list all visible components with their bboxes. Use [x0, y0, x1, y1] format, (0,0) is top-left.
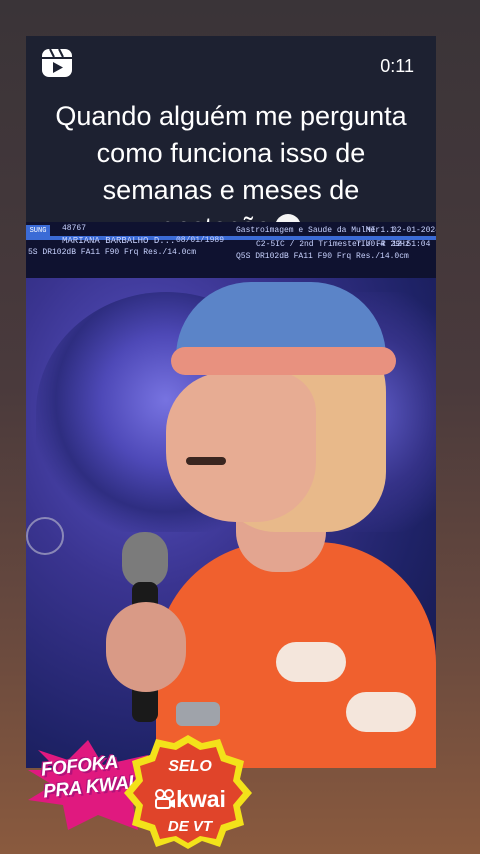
- tib-value: TIb0.4: [356, 240, 385, 249]
- playback-time: 0:11: [380, 56, 414, 76]
- fofoka-label: FOFOKA PRA KWAI: [40, 750, 134, 803]
- microphone: [122, 532, 168, 588]
- hat-band: [171, 347, 396, 375]
- kwai-logo: kwai: [142, 786, 238, 813]
- selo-top-label: SELO: [168, 758, 212, 775]
- watermark-logo: [26, 517, 64, 555]
- caption-line: Quando alguém me pergunta: [55, 101, 407, 131]
- exam-clock: 12:51:04: [392, 240, 431, 249]
- caption-line: semanas e meses de: [102, 175, 360, 205]
- selo-bottom-label: DE VT: [167, 818, 213, 835]
- video-frame[interactable]: SUNG 48767 MARIANA BARBALHO D... 08/01/1…: [26, 222, 436, 768]
- mi-value: MI 1.1: [366, 226, 395, 235]
- reels-icon[interactable]: [40, 46, 74, 80]
- kwai-brand-text: kwai: [176, 786, 226, 812]
- clinic-name: Gastroimagem e Saude da Mulher: [236, 226, 381, 235]
- shirt-pattern: [276, 642, 346, 682]
- exam-date: 02-01-2024: [392, 226, 436, 235]
- wristwatch: [176, 702, 220, 726]
- params-left: 5S DR102dB FA11 F90 Frq Res./14.0cm: [28, 248, 197, 257]
- ultrasound-header: SUNG 48767 MARIANA BARBALHO D... 08/01/1…: [26, 222, 436, 278]
- probe-info: C2-5IC / 2nd Trimester / FR 29Hz: [256, 240, 410, 249]
- kwai-icon: [155, 789, 176, 809]
- person-face: [166, 372, 316, 522]
- birth-date: 08/01/1989: [176, 236, 225, 245]
- patient-id: 48767: [62, 224, 87, 233]
- shirt-pattern: [346, 692, 416, 732]
- player-top-bar: 0:11: [26, 36, 436, 106]
- person-mustache: [186, 457, 226, 465]
- params-right: Q5S DR102dB FA11 F90 Frq Res./14.0cm: [236, 252, 409, 261]
- caption-line: como funciona isso de: [96, 138, 366, 168]
- reel-card[interactable]: 0:11 Quando alguém me pergunta como func…: [26, 36, 436, 768]
- patient-name: MARIANA BARBALHO D...: [62, 236, 176, 246]
- person-hand: [106, 602, 186, 692]
